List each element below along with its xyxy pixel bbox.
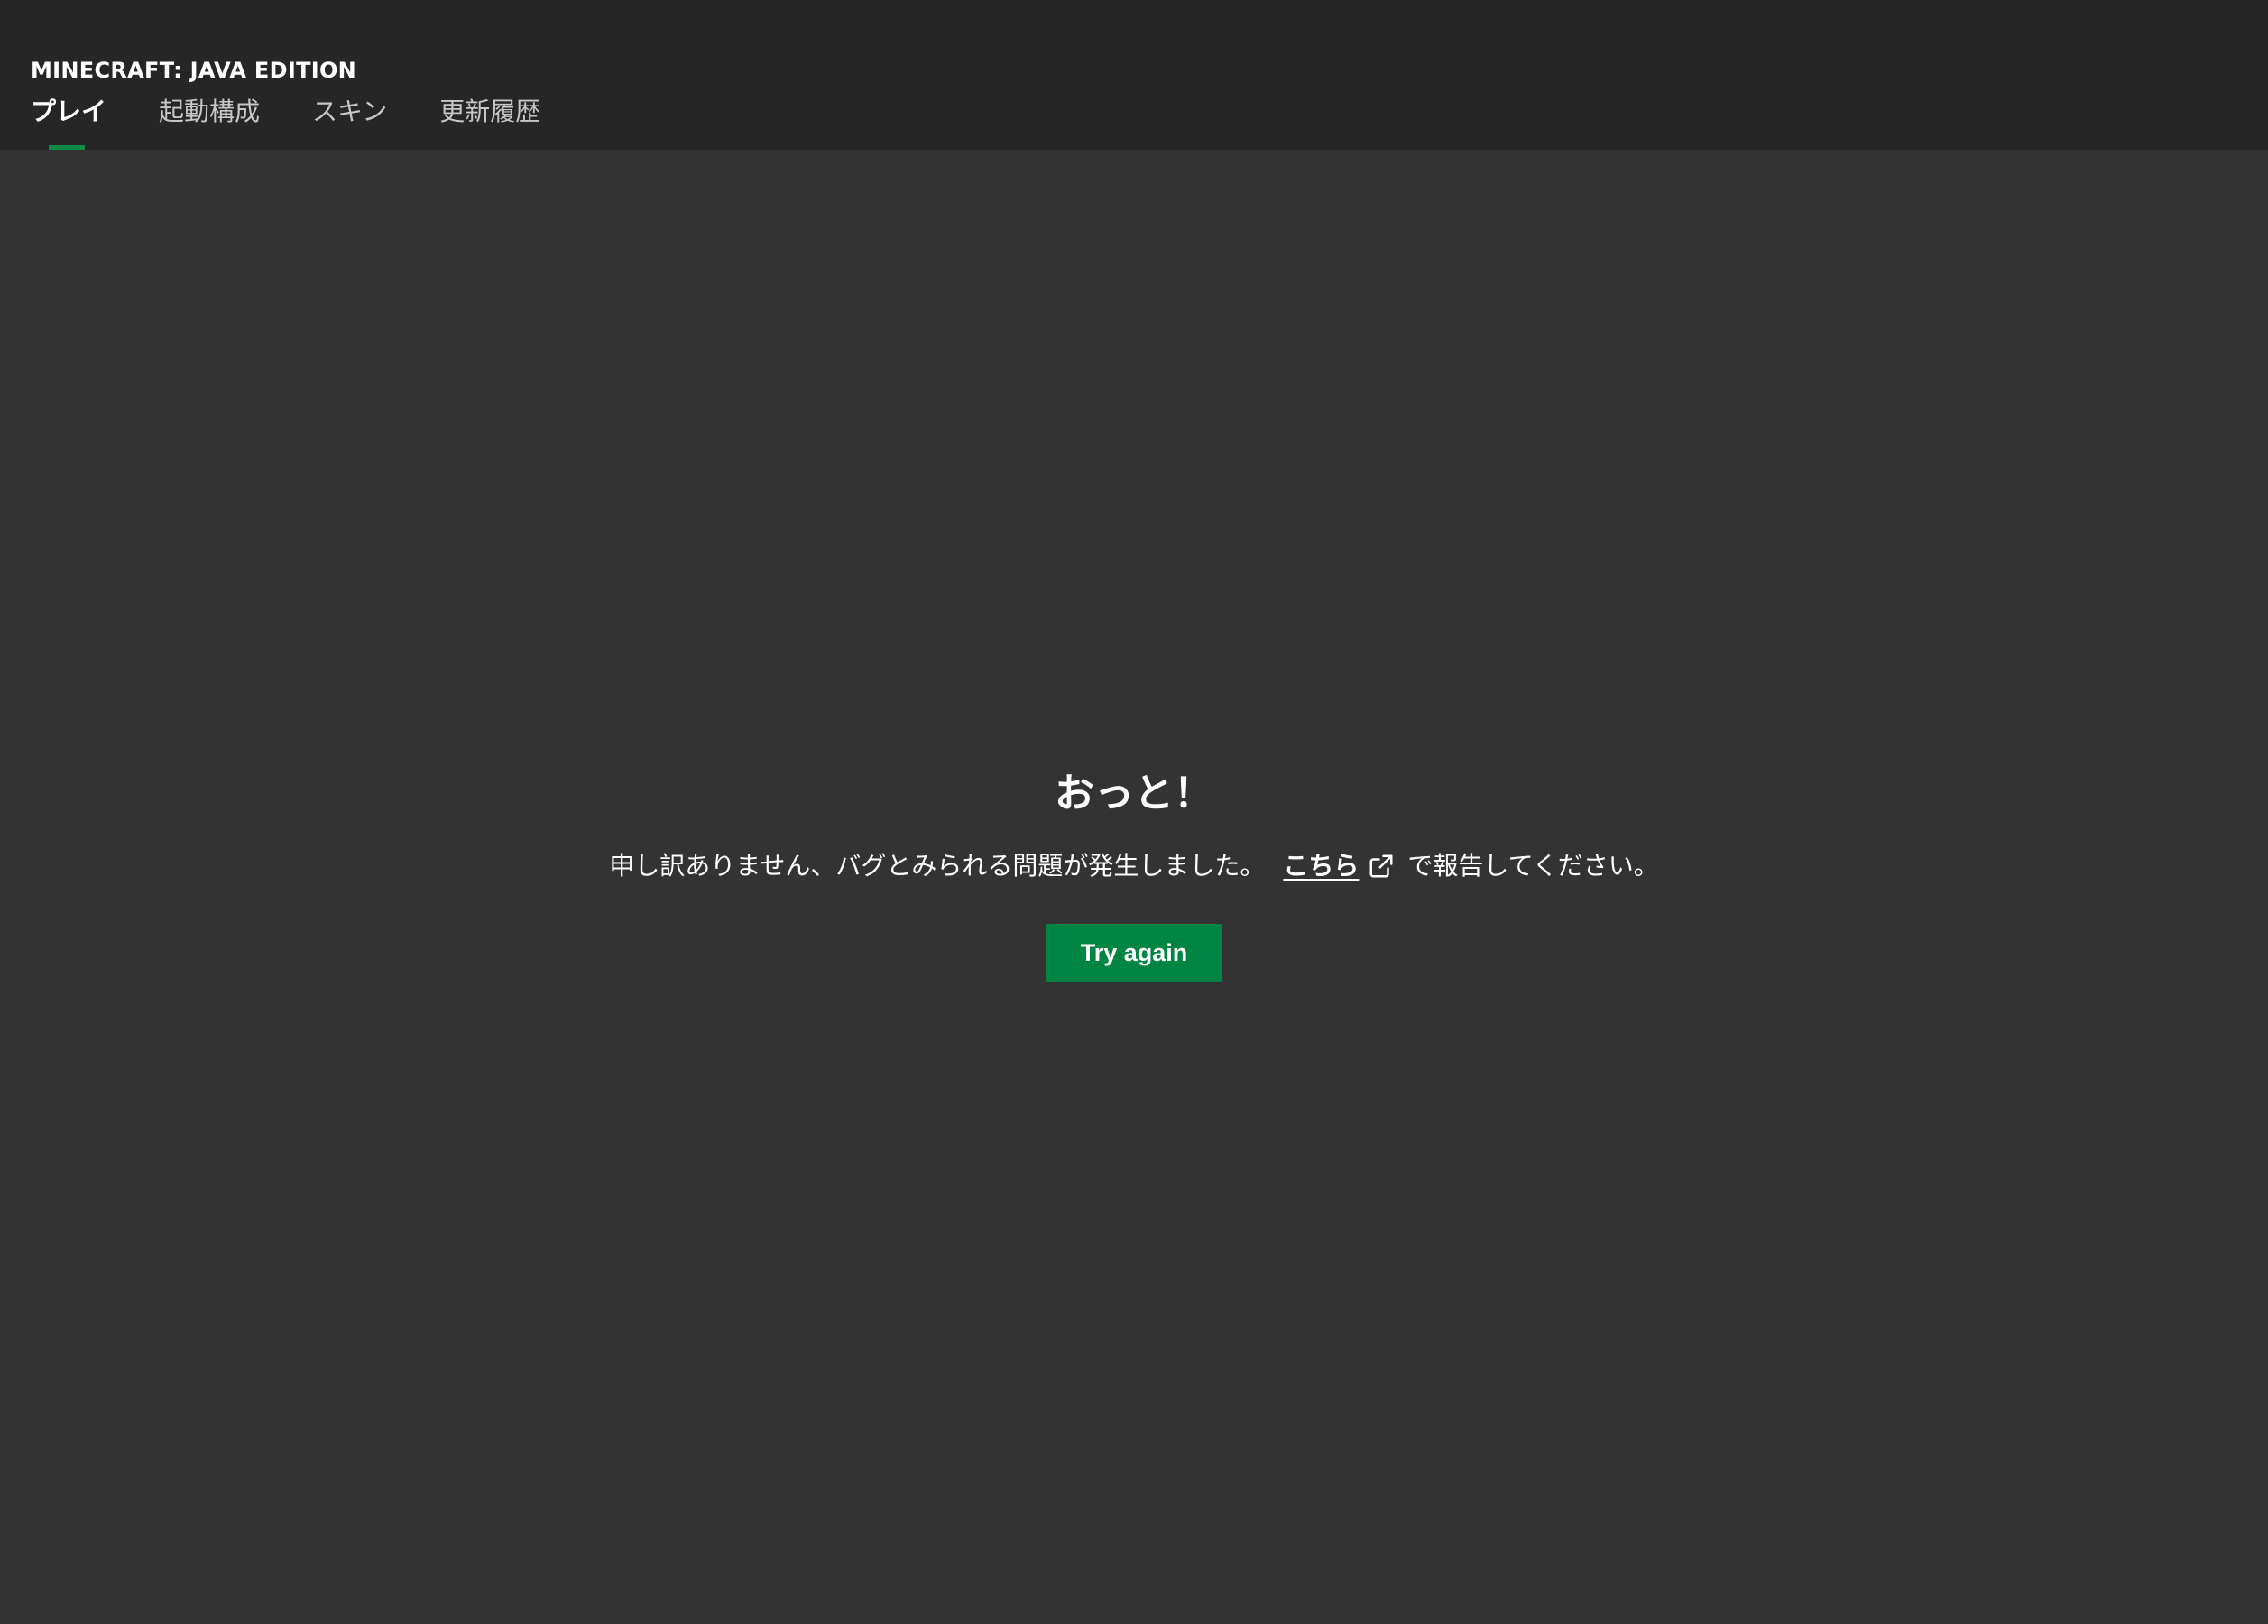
error-panel: おっと！ 申し訳ありません、バグとみられる問題が発生しました。 こちら で報告し… xyxy=(0,767,2268,982)
error-title: おっと！ xyxy=(1055,770,1213,817)
error-message: 申し訳ありません、バグとみられる問題が発生しました。 こちら で報告してください… xyxy=(0,848,2268,884)
error-message-suffix: で報告してください。 xyxy=(1407,851,1659,881)
launcher-window: MINECRAFT: JAVA EDITION プレイ 起動構成 スキン 更新履… xyxy=(0,0,2268,1624)
tab-bar: プレイ 起動構成 スキン 更新履歴 xyxy=(31,94,593,150)
tab-play-label: プレイ xyxy=(31,97,107,126)
external-link-icon[interactable] xyxy=(1368,853,1395,880)
tab-skins[interactable]: スキン xyxy=(312,94,387,150)
header-bar: MINECRAFT: JAVA EDITION プレイ 起動構成 スキン 更新履… xyxy=(0,0,2268,150)
product-title: MINECRAFT: JAVA EDITION xyxy=(31,58,357,83)
tab-patch-notes-label: 更新履歴 xyxy=(439,97,541,126)
tab-installations[interactable]: 起動構成 xyxy=(159,94,260,150)
error-message-text: 申し訳ありません、バグとみられる問題が発生しました。 xyxy=(609,851,1266,881)
tab-skins-label: スキン xyxy=(312,97,388,126)
try-again-button[interactable]: Try again xyxy=(1046,924,1222,982)
tab-play[interactable]: プレイ xyxy=(31,94,106,150)
tab-patch-notes[interactable]: 更新履歴 xyxy=(439,94,540,150)
report-link[interactable]: こちら xyxy=(1283,848,1359,884)
active-tab-indicator xyxy=(49,145,85,150)
tab-installations-label: 起動構成 xyxy=(159,97,261,126)
